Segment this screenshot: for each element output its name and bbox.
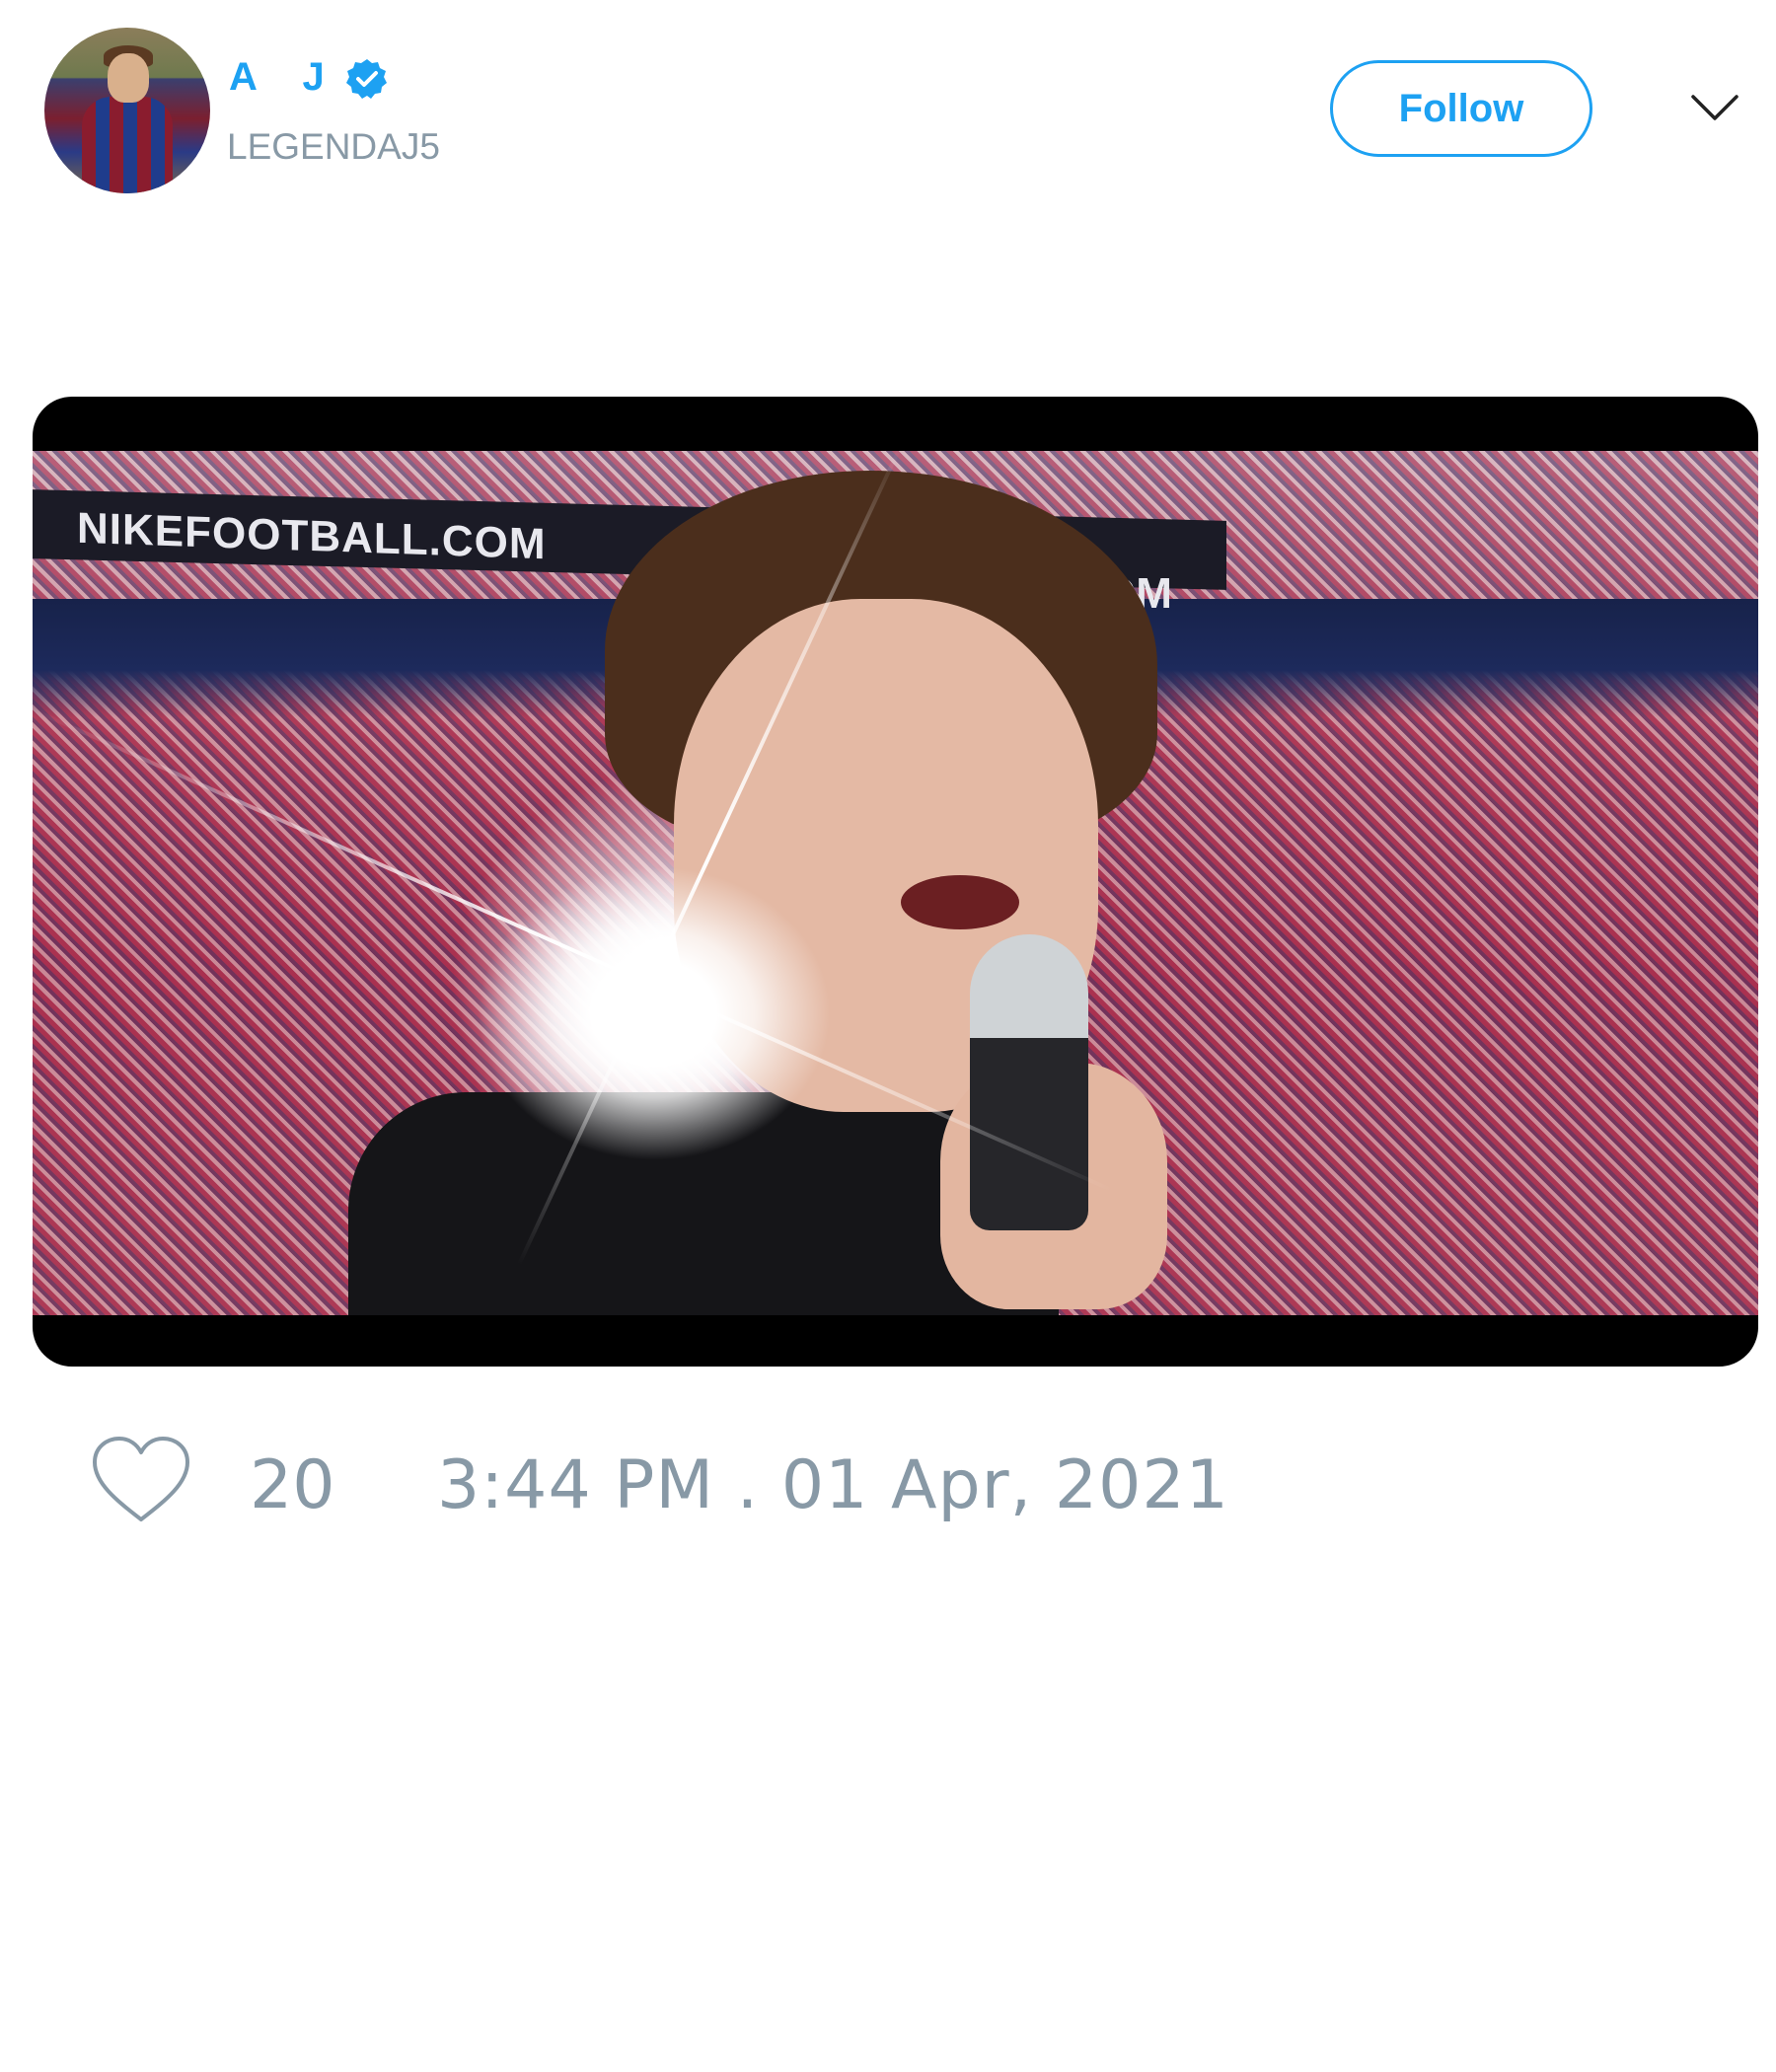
- display-name[interactable]: A J: [229, 57, 342, 97]
- speaker-mouth: [901, 875, 1019, 929]
- follow-button[interactable]: Follow: [1330, 60, 1592, 157]
- video-frame: NIKEFOOTBALL.COM .COM: [33, 451, 1758, 1315]
- lens-flare: [477, 865, 832, 1161]
- avatar[interactable]: [44, 28, 210, 193]
- chevron-down-icon[interactable]: [1689, 89, 1740, 128]
- like-count: 20: [250, 1446, 335, 1524]
- microphone: [970, 934, 1088, 1230]
- tweet-video[interactable]: NIKEFOOTBALL.COM .COM: [33, 397, 1758, 1367]
- avatar-head: [108, 53, 149, 103]
- heart-icon[interactable]: [89, 1433, 193, 1527]
- avatar-jersey: [82, 97, 173, 193]
- user-handle[interactable]: LEGENDAJ5: [227, 128, 440, 165]
- verified-badge-icon: [346, 59, 387, 99]
- tweet-timestamp[interactable]: 3:44 PM . 01 Apr, 2021: [437, 1452, 1229, 1519]
